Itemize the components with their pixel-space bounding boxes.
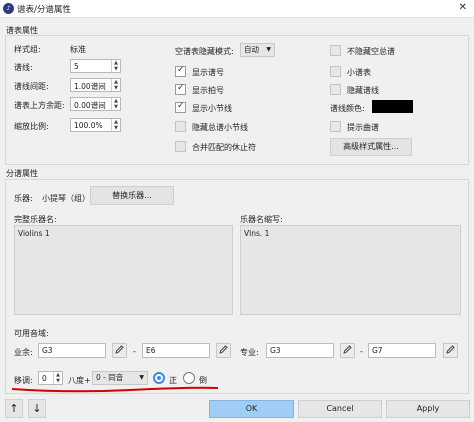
spin-arrows-icon[interactable]: ▲ ▼ <box>111 119 120 131</box>
amateur-label: 业余: <box>14 348 33 357</box>
cancel-button[interactable]: Cancel <box>298 400 382 418</box>
pencil-icon[interactable] <box>443 343 458 358</box>
style-value: 标准 <box>70 45 86 54</box>
pencil-icon-svg <box>446 345 455 354</box>
move-down-arrow-icon[interactable]: ↓ <box>28 399 46 418</box>
lines-value: 5 <box>74 62 79 71</box>
pencil-icon[interactable] <box>112 343 127 358</box>
pencil-icon[interactable] <box>340 343 355 358</box>
change-instrument-button[interactable]: 替换乐器... <box>90 186 174 205</box>
range-dash: - <box>133 347 136 356</box>
pro-low-value: G3 <box>270 346 281 355</box>
chevron-down-icon: ▼ <box>139 374 144 381</box>
scale-value: 100.0% <box>74 121 103 130</box>
chevron-down-icon: ▼ <box>266 46 271 53</box>
range-label: 可用音域: <box>14 329 49 338</box>
spin-arrows-icon[interactable]: ▲ ▼ <box>111 79 120 91</box>
window-title: 谱表/分谱属性 <box>17 5 71 15</box>
extra-distance-spinbox[interactable]: 0.00谱间 ▲ ▼ <box>70 97 121 111</box>
scale-spinbox[interactable]: 100.0% ▲ ▼ <box>70 118 121 132</box>
scale-label: 缩放比例: <box>14 122 49 131</box>
amateur-low-value: G3 <box>42 346 53 355</box>
lines-label: 谱线: <box>14 63 33 72</box>
spin-arrows-icon[interactable]: ▲ ▼ <box>111 60 120 72</box>
show-barlines-checkbox[interactable] <box>175 101 186 113</box>
pencil-icon-svg <box>115 345 124 354</box>
invisible-lines-label: 隐藏谱线 <box>347 86 379 95</box>
pro-high-value: G7 <box>372 346 383 355</box>
invisible-lines-checkbox[interactable] <box>330 84 341 95</box>
short-name-value: Vlns. 1 <box>244 229 270 238</box>
annotation-underline <box>11 386 219 393</box>
lines-spinbox[interactable]: 5 ▲ ▼ <box>70 59 121 73</box>
part-props-label: 分谱属性 <box>6 169 38 178</box>
hide-mode-value: 自动 <box>244 45 259 54</box>
amateur-high-field[interactable]: E6 <box>142 343 210 358</box>
long-name-label: 完整乐器名: <box>14 215 57 224</box>
pro-high-field[interactable]: G7 <box>368 343 436 358</box>
transpose-up-radio[interactable] <box>153 372 165 384</box>
pro-low-field[interactable]: G3 <box>266 343 334 358</box>
spacing-value: 1.00谱间 <box>74 82 106 91</box>
extra-distance-label: 谱表上方余距: <box>14 101 65 110</box>
pencil-icon-svg <box>343 345 352 354</box>
transpose-down-radio[interactable] <box>183 372 195 384</box>
octave-value: 0 <box>42 374 47 383</box>
show-timesig-checkbox[interactable] <box>175 83 186 95</box>
show-clef-checkbox[interactable] <box>175 65 186 77</box>
no-hide-empty-checkbox[interactable] <box>330 45 341 56</box>
advanced-style-button[interactable]: 高级样式属性... <box>330 138 412 156</box>
interval-dropdown[interactable]: 0 - 同音 ▼ <box>92 371 148 385</box>
octave-spinbox[interactable]: 0 ▲ ▼ <box>38 371 63 385</box>
apply-button[interactable]: Apply <box>386 400 470 418</box>
interval-value: 0 - 同音 <box>96 373 124 382</box>
instrument-value: 小提琴（组） <box>42 194 90 203</box>
merge-rests-label: 合并匹配的休止符 <box>192 143 256 152</box>
line-color-label: 谱线颜色: <box>330 104 365 113</box>
range-dash: - <box>360 347 363 356</box>
hide-mode-label: 空谱表隐藏模式: <box>175 47 234 56</box>
musescore-icon: ♪ <box>3 3 14 14</box>
spacing-spinbox[interactable]: 1.00谱间 ▲ ▼ <box>70 78 121 92</box>
hide-system-barlines-checkbox[interactable] <box>175 121 186 132</box>
extra-distance-value: 0.00谱间 <box>74 101 106 110</box>
hide-mode-dropdown[interactable]: 自动 ▼ <box>240 43 275 57</box>
instrument-label: 乐器: <box>14 194 33 203</box>
pencil-icon-svg <box>219 345 228 354</box>
merge-rests-checkbox[interactable] <box>175 141 186 152</box>
move-up-arrow-icon[interactable]: ↑ <box>5 399 23 418</box>
pencil-icon[interactable] <box>216 343 231 358</box>
small-staff-checkbox[interactable] <box>330 66 341 77</box>
hide-system-barlines-label: 隐藏总谱小节线 <box>192 123 248 132</box>
amateur-high-value: E6 <box>146 346 156 355</box>
spin-arrows-icon[interactable]: ▲ ▼ <box>53 372 62 384</box>
line-color-swatch[interactable] <box>372 100 413 113</box>
amateur-low-field[interactable]: G3 <box>38 343 106 358</box>
show-clef-label: 显示谱号 <box>192 68 224 77</box>
long-name-textarea[interactable]: Violins 1 <box>14 225 233 315</box>
no-hide-empty-label: 不隐藏空总谱 <box>347 47 395 56</box>
spin-arrows-icon[interactable]: ▲ ▼ <box>111 98 120 110</box>
cue-notes-label: 提示曲谱 <box>347 123 379 132</box>
spacing-label: 谱线间距: <box>14 82 49 91</box>
cue-notes-checkbox[interactable] <box>330 121 341 132</box>
style-label: 样式组: <box>14 45 41 54</box>
short-name-textarea[interactable]: Vlns. 1 <box>240 225 461 315</box>
show-barlines-label: 显示小节线 <box>192 104 232 113</box>
ok-button[interactable]: OK <box>209 400 294 418</box>
long-name-value: Violins 1 <box>18 229 50 238</box>
small-staff-label: 小谱表 <box>347 68 371 77</box>
show-timesig-label: 显示拍号 <box>192 86 224 95</box>
title-bar: ♪ 谱表/分谱属性 ✕ <box>0 0 474 18</box>
short-name-label: 乐器名缩写: <box>240 215 283 224</box>
close-icon[interactable]: ✕ <box>459 2 467 13</box>
pro-label: 专业: <box>240 348 259 357</box>
